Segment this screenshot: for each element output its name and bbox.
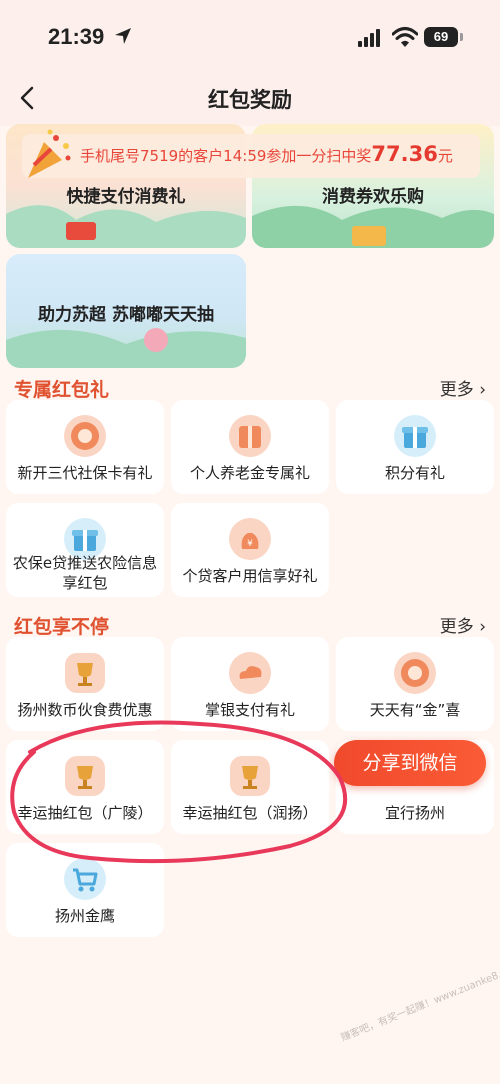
card-agri-loan[interactable]: 农保e贷推送农险信息享红包 [6,503,164,597]
gift-box-icon [229,415,271,457]
cloud-icon [229,652,271,694]
wifi-icon [392,27,418,47]
banner-susuper[interactable]: 助力苏超 苏嘟嘟天天抽 [6,254,246,368]
card-label: 扬州数币伙食费优惠 [17,701,153,719]
card-daily-gold[interactable]: 天天有“金”喜 [336,637,494,731]
card-label: 新开三代社保卡有礼 [17,464,153,482]
party-popper-icon [28,129,71,178]
card-digital-currency[interactable]: 扬州数币伙食费优惠 [6,637,164,731]
card-mobile-pay[interactable]: 掌银支付有礼 [171,637,329,731]
money-bag-icon: ¥ [229,518,271,560]
card-label: 个人养老金专属礼 [189,464,310,482]
signal-icon [358,29,380,47]
card-label: 掌银支付有礼 [204,701,295,719]
more-link-exclusive[interactable]: 更多 › [440,375,486,400]
trophy-icon [65,653,105,693]
banner-label: 消费券欢乐购 [322,187,424,207]
gift-icon [394,415,436,457]
card-label: 扬州金鹰 [54,907,115,925]
card-label: 农保e贷推送农险信息享红包 [12,554,158,592]
cart-icon [64,858,106,900]
card-lucky-guangling[interactable]: 幸运抽红包（广陵） [6,740,164,834]
card-lucky-runyang[interactable]: 幸运抽红包（润扬） [171,740,329,834]
winner-ticker: 手机尾号7519的客户14:59参加一分扫中奖77.36元 [22,129,480,178]
ticker-message: 手机尾号7519的客户14:59参加一分扫中奖77.36元 [80,142,453,166]
section-title-exclusive: 专属红包礼 [14,379,110,401]
clover-icon [394,652,436,694]
status-bar: 21:39 69 [0,0,500,70]
svg-text:¥: ¥ [247,539,253,549]
trophy-icon [65,756,105,796]
card-label: 宜行扬州 [384,804,445,822]
card-social-security[interactable]: 新开三代社保卡有礼 [6,400,164,494]
card-label: 天天有“金”喜 [369,701,461,719]
nav-bar: 红包奖励 [0,70,500,126]
card-label: 积分有礼 [384,464,445,482]
share-to-wechat-button[interactable]: 分享到微信 [334,740,486,786]
section-title-nonstop: 红包享不停 [14,616,110,638]
battery-tip [460,33,463,41]
banner-label: 快捷支付消费礼 [66,187,186,207]
status-time: 21:39 [48,24,105,49]
card-points[interactable]: 积分有礼 [336,400,494,494]
card-golden-eagle[interactable]: 扬州金鹰 [6,843,164,937]
watermark: 赚客吧，有奖一起赚！www.zuanke8.com [339,961,500,1044]
location-arrow-icon [115,28,131,44]
card-label: 幸运抽红包（润扬） [182,804,318,822]
more-link-nonstop[interactable]: 更多 › [440,612,486,637]
banner-label: 助力苏超 苏嘟嘟天天抽 [38,305,214,325]
page-title: 红包奖励 [208,88,292,112]
card-label: 幸运抽红包（广陵） [17,804,153,822]
ticker-amount: 77.36 [371,142,438,166]
trophy-icon [230,756,270,796]
card-pension[interactable]: 个人养老金专属礼 [171,400,329,494]
card-personal-loan[interactable]: ¥ 个贷客户用信享好礼 [171,503,329,597]
clover-icon [64,415,106,457]
card-label: 个贷客户用信享好礼 [182,567,318,585]
battery-indicator: 69 [424,27,458,47]
